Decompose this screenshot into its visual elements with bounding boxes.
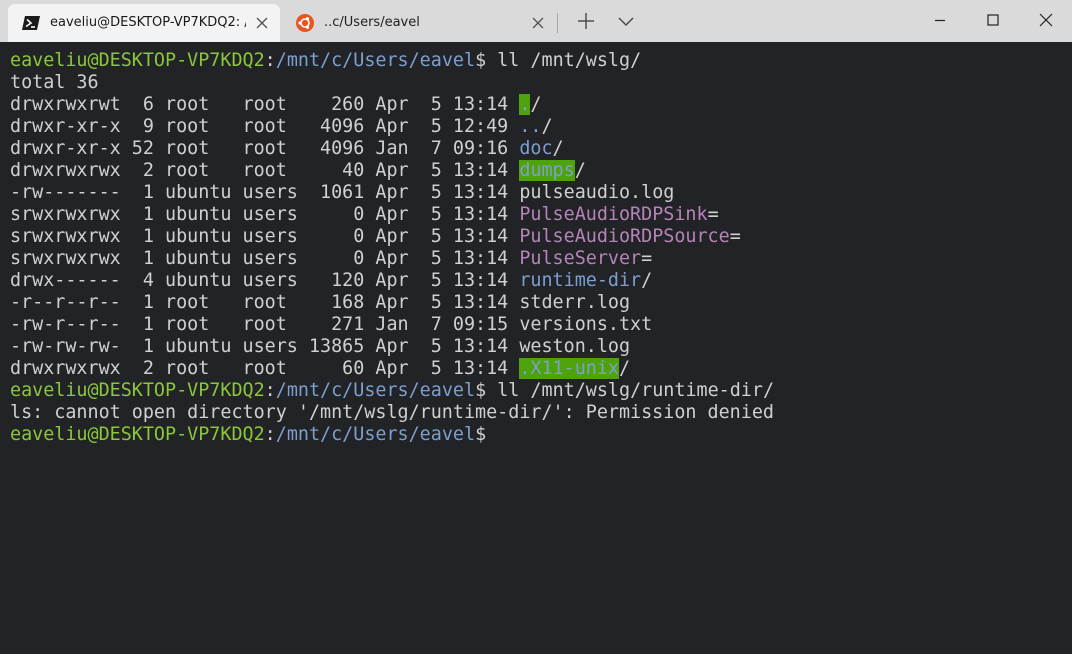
tab-divider: [557, 13, 558, 33]
file-name: runtime-dir: [519, 270, 642, 291]
file-suffix: /: [530, 94, 542, 115]
listing-row: drwx------ 4 ubuntu users 120 Apr 5 13:1…: [10, 270, 652, 292]
command-text: ll /mnt/wslg/runtime-dir/: [486, 380, 775, 401]
minimize-icon[interactable]: [914, 0, 966, 40]
file-meta: drwxr-xr-x 52 root root 4096 Jan 7 09:16: [10, 138, 520, 159]
listing-row: -rw-rw-rw- 1 ubuntu users 13865 Apr 5 13…: [10, 336, 630, 358]
listing-row: srwxrwxrwx 1 ubuntu users 0 Apr 5 13:14 …: [10, 204, 719, 226]
file-name: doc: [519, 138, 553, 159]
listing-row: srwxrwxrwx 1 ubuntu users 0 Apr 5 13:14 …: [10, 226, 741, 248]
file-meta: -rw-rw-rw- 1 ubuntu users 13865 Apr 5 13…: [10, 336, 520, 357]
prompt-line: eaveliu@DESKTOP-VP7KDQ2:/mnt/c/Users/eav…: [10, 424, 487, 445]
prompt-symbol: $: [475, 424, 487, 445]
tab-title: eaveliu@DESKTOP-VP7KDQ2: /r: [50, 15, 246, 30]
terminal-window: eaveliu@DESKTOP-VP7KDQ2: /r ..c/Users/ea…: [0, 0, 1072, 654]
total-line: total 36: [10, 72, 99, 93]
listing-row: drwxr-xr-x 9 root root 4096 Apr 5 12:49 …: [10, 116, 553, 138]
command-text: ll /mnt/wslg/: [486, 50, 642, 71]
prompt-path: /mnt/c/Users/eavel: [275, 424, 476, 445]
file-name: .X11-unix: [519, 358, 619, 379]
prompt-symbol: $: [475, 380, 487, 401]
error-message: ls: cannot open directory '/mnt/wslg/run…: [10, 402, 774, 423]
file-name: .: [519, 94, 531, 115]
prompt-line: eaveliu@DESKTOP-VP7KDQ2:/mnt/c/Users/eav…: [10, 50, 642, 71]
prompt-path: /mnt/c/Users/eavel: [275, 50, 476, 71]
file-meta: drwxrwxrwx 2 root root 60 Apr 5 13:14: [10, 358, 520, 379]
listing-row: -rw-r--r-- 1 root root 271 Jan 7 09:15 v…: [10, 314, 652, 336]
close-tab-icon[interactable]: [528, 13, 548, 33]
file-meta: srwxrwxrwx 1 ubuntu users 0 Apr 5 13:14: [10, 226, 520, 247]
file-suffix: =: [729, 226, 741, 247]
tab-powershell[interactable]: eaveliu@DESKTOP-VP7KDQ2: /r: [8, 4, 280, 42]
listing-row: -r--r--r-- 1 root root 168 Apr 5 13:14 s…: [10, 292, 630, 314]
listing-row: drwxrwxrwx 2 root root 60 Apr 5 13:14 .X…: [10, 358, 630, 380]
prompt-line: eaveliu@DESKTOP-VP7KDQ2:/mnt/c/Users/eav…: [10, 380, 775, 401]
prompt-user: eaveliu@DESKTOP-VP7KDQ2: [10, 380, 265, 401]
file-name: dumps: [519, 160, 575, 181]
close-tab-icon[interactable]: [252, 13, 272, 33]
file-meta: srwxrwxrwx 1 ubuntu users 0 Apr 5 13:14: [10, 248, 520, 269]
file-name: pulseaudio.log: [519, 182, 675, 203]
close-window-icon[interactable]: [1020, 0, 1072, 40]
terminal-output[interactable]: eaveliu@DESKTOP-VP7KDQ2:/mnt/c/Users/eav…: [0, 42, 1072, 654]
file-suffix: =: [641, 248, 653, 269]
file-name: PulseAudioRDPSource: [519, 226, 730, 247]
file-meta: -rw------- 1 ubuntu users 1061 Apr 5 13:…: [10, 182, 520, 203]
listing-row: -rw------- 1 ubuntu users 1061 Apr 5 13:…: [10, 182, 674, 204]
listing-row: srwxrwxrwx 1 ubuntu users 0 Apr 5 13:14 …: [10, 248, 652, 270]
new-tab-plus-icon[interactable]: [574, 9, 598, 33]
chevron-down-icon[interactable]: [614, 9, 638, 33]
file-meta: drwxrwxrwx 2 root root 40 Apr 5 13:14: [10, 160, 520, 181]
file-suffix: /: [641, 270, 653, 291]
maximize-icon[interactable]: [967, 0, 1019, 40]
file-suffix: /: [574, 160, 586, 181]
file-suffix: /: [552, 138, 564, 159]
file-name: ..: [519, 116, 542, 137]
ubuntu-icon: [296, 14, 314, 32]
file-meta: -rw-r--r-- 1 root root 271 Jan 7 09:15: [10, 314, 520, 335]
file-meta: -r--r--r-- 1 root root 168 Apr 5 13:14: [10, 292, 520, 313]
prompt-user: eaveliu@DESKTOP-VP7KDQ2: [10, 424, 265, 445]
file-meta: srwxrwxrwx 1 ubuntu users 0 Apr 5 13:14: [10, 204, 520, 225]
file-meta: drwxr-xr-x 9 root root 4096 Apr 5 12:49: [10, 116, 520, 137]
file-name: weston.log: [519, 336, 631, 357]
file-meta: drwx------ 4 ubuntu users 120 Apr 5 13:1…: [10, 270, 520, 291]
prompt-symbol: $: [475, 50, 487, 71]
file-suffix: =: [707, 204, 719, 225]
prompt-path: /mnt/c/Users/eavel: [275, 380, 476, 401]
listing-row: drwxrwxrwt 6 root root 260 Apr 5 13:14 .…: [10, 94, 541, 116]
listing-row: drwxr-xr-x 52 root root 4096 Jan 7 09:16…: [10, 138, 564, 160]
file-name: versions.txt: [519, 314, 653, 335]
tab-ubuntu[interactable]: ..c/Users/eavel: [288, 4, 556, 42]
powershell-icon: [22, 16, 40, 30]
prompt-user: eaveliu@DESKTOP-VP7KDQ2: [10, 50, 265, 71]
file-name: PulseAudioRDPSink: [519, 204, 708, 225]
listing-row: drwxrwxrwx 2 root root 40 Apr 5 13:14 du…: [10, 160, 586, 182]
file-meta: drwxrwxrwt 6 root root 260 Apr 5 13:14: [10, 94, 520, 115]
title-bar: eaveliu@DESKTOP-VP7KDQ2: /r ..c/Users/ea…: [0, 0, 1072, 42]
file-suffix: /: [541, 116, 553, 137]
file-suffix: /: [618, 358, 631, 379]
file-name: PulseServer: [519, 248, 642, 269]
tab-title: ..c/Users/eavel: [324, 15, 420, 30]
file-name: stderr.log: [519, 292, 631, 313]
